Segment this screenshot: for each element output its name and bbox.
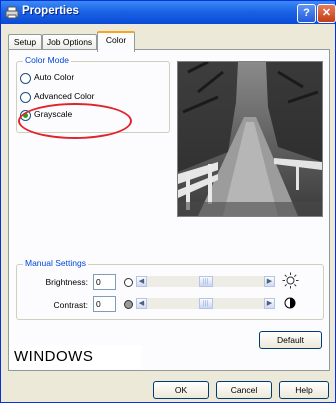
brightness-label: Brightness: bbox=[45, 277, 88, 287]
contrast-icon bbox=[284, 297, 296, 309]
slider-thumb[interactable]: ||| bbox=[198, 298, 213, 309]
window-title: Properties bbox=[22, 5, 79, 17]
windows-caption: WINDOWS bbox=[9, 345, 142, 369]
color-mode-label: Color Mode bbox=[23, 55, 71, 65]
radio-label: Auto Color bbox=[34, 72, 75, 82]
tab-setup[interactable]: Setup bbox=[8, 34, 42, 50]
slider-thumb[interactable]: ||| bbox=[198, 276, 213, 287]
arrow-left-icon[interactable]: ◀ bbox=[136, 276, 147, 287]
circle-gray-icon bbox=[124, 300, 133, 309]
contrast-input[interactable]: 0 bbox=[93, 296, 116, 312]
highlight-ellipse bbox=[18, 103, 132, 139]
manual-settings-group: Manual Settings bbox=[16, 258, 324, 320]
tab-color[interactable]: Color bbox=[97, 31, 135, 52]
circle-empty-icon bbox=[124, 278, 133, 287]
close-button[interactable]: ✕ bbox=[317, 4, 336, 23]
brightness-slider[interactable]: ◀ ||| ▶ bbox=[136, 276, 275, 287]
brightness-input[interactable]: 0 bbox=[93, 274, 116, 290]
preview-image bbox=[177, 61, 323, 217]
contrast-slider[interactable]: ◀ ||| ▶ bbox=[136, 298, 275, 309]
tab-job-options[interactable]: Job Options bbox=[42, 34, 97, 50]
contrast-label: Contrast: bbox=[53, 300, 89, 310]
color-tab-panel: Color Mode Auto Color Advanced Color Gra… bbox=[8, 49, 330, 371]
properties-dialog: Properties ? ✕ Setup Job Options Color C… bbox=[0, 0, 336, 403]
help-title-button[interactable]: ? bbox=[297, 4, 316, 23]
help-button[interactable]: Help bbox=[279, 381, 329, 399]
manual-settings-label: Manual Settings bbox=[23, 258, 88, 268]
arrow-left-icon[interactable]: ◀ bbox=[136, 298, 147, 309]
arrow-right-icon[interactable]: ▶ bbox=[264, 298, 275, 309]
cancel-button[interactable]: Cancel bbox=[216, 381, 272, 399]
title-bar[interactable]: Properties ? ✕ bbox=[1, 1, 336, 24]
ok-button[interactable]: OK bbox=[153, 381, 209, 399]
default-button[interactable]: Default bbox=[259, 331, 322, 349]
radio-button[interactable] bbox=[20, 92, 31, 103]
arrow-right-icon[interactable]: ▶ bbox=[264, 276, 275, 287]
radio-label: Advanced Color bbox=[34, 91, 95, 101]
radio-button[interactable] bbox=[20, 73, 31, 84]
printer-icon bbox=[5, 6, 19, 19]
sun-icon bbox=[282, 272, 299, 289]
